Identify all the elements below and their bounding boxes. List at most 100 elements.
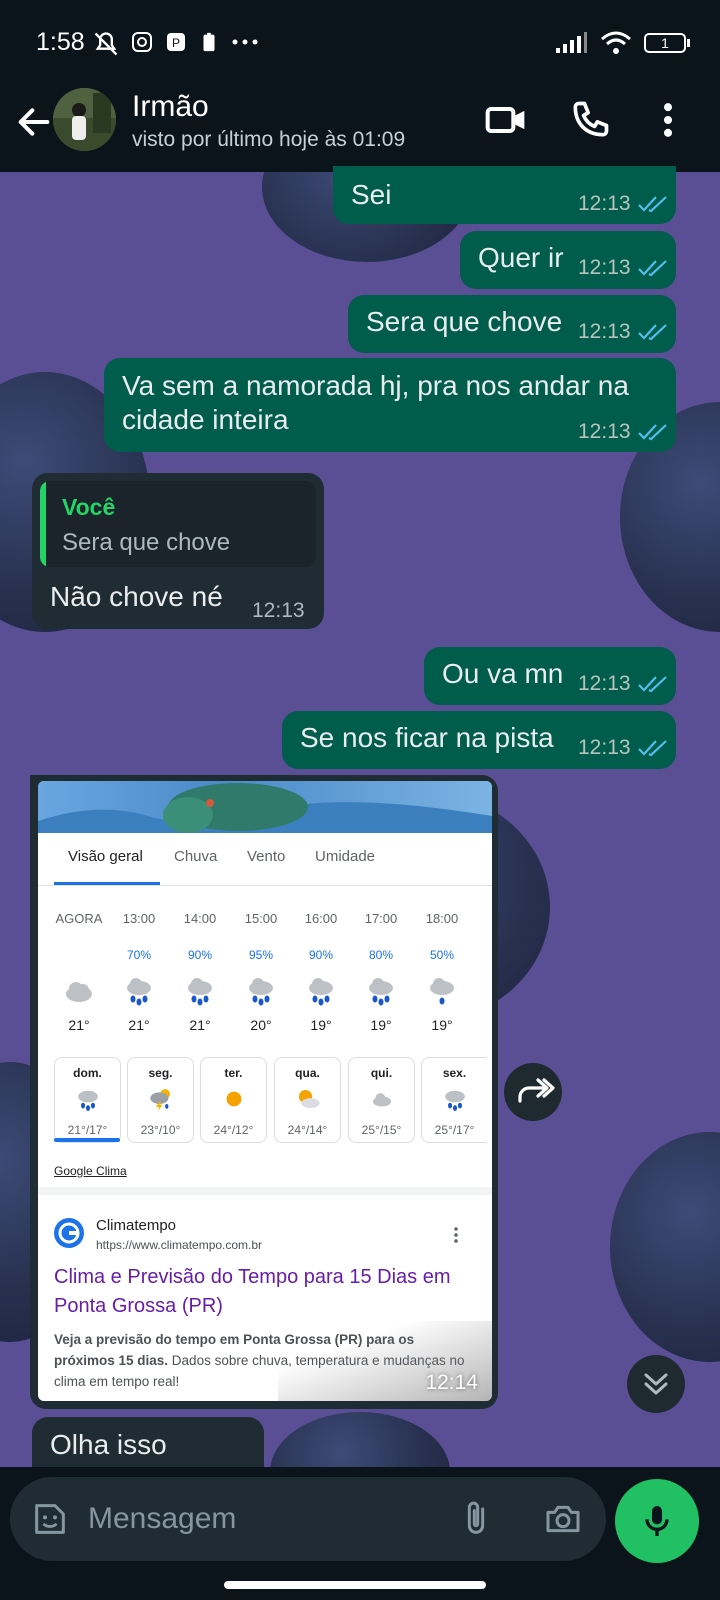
message-meta: 12:13 [578, 256, 669, 280]
weather-banner [38, 781, 492, 833]
day-forecast-card[interactable]: dom. 21°/17° [54, 1057, 121, 1143]
selected-day-indicator [54, 1138, 120, 1142]
read-receipt-icon [637, 424, 667, 441]
avatar[interactable] [53, 88, 116, 151]
google-clima-link[interactable]: Google Clima [54, 1164, 127, 1178]
rain-icon [309, 978, 333, 1006]
hour-column: 13:00 70% 21° [109, 911, 169, 1033]
message-time: 12:13 [578, 256, 631, 279]
rain-icon [430, 978, 454, 1005]
day-temperature: 25°/17° [434, 1123, 475, 1137]
scroll-to-bottom-button[interactable] [627, 1355, 685, 1413]
message-meta: 12:13 [578, 420, 669, 444]
outgoing-message[interactable]: Se nos ficar na pista 12:13 [282, 711, 676, 769]
attach-icon[interactable] [456, 1499, 496, 1539]
banner-illustration [38, 783, 492, 833]
day-name: qui. [370, 1066, 393, 1080]
tab-indicator [54, 882, 160, 885]
day-temperature: 21°/17° [67, 1123, 108, 1137]
quote-bar [40, 481, 46, 567]
hour-column: 16:00 90% 19° [291, 911, 351, 1033]
hour-label: 14:00 [183, 911, 217, 926]
hour-label: 18:00 [425, 911, 459, 926]
day-name: qua. [295, 1066, 320, 1080]
tab-wind[interactable]: Vento [247, 848, 285, 865]
hour-temperature: 21° [128, 1017, 150, 1033]
outgoing-message[interactable]: Quer ir 12:13 [460, 231, 676, 289]
video-call-icon[interactable] [484, 98, 528, 142]
more-vert-icon [454, 1227, 458, 1243]
message-time: 12:13 [578, 736, 631, 759]
status-bar: 1:58 P 1 [0, 0, 720, 88]
day-name: ter. [224, 1066, 243, 1080]
back-arrow-icon[interactable] [14, 102, 54, 142]
day-forecast-card[interactable]: sex. 25°/17° [421, 1057, 487, 1143]
rain-icon [77, 1090, 98, 1111]
message-meta: 12:13 [578, 192, 669, 216]
home-indicator[interactable] [224, 1581, 486, 1589]
tab-humidity[interactable]: Umidade [315, 848, 375, 865]
rain-probability: 70% [126, 948, 152, 962]
tab-overview[interactable]: Visão geral [68, 848, 143, 865]
outgoing-message[interactable]: Va sem a namorada hj, pra nos andar na c… [104, 358, 676, 452]
message-composer: Mensagem [0, 1467, 720, 1600]
message-input[interactable]: Mensagem [10, 1477, 606, 1561]
hour-column: 17:00 80% 19° [351, 911, 411, 1033]
rain-icon [127, 978, 151, 1006]
more-vert-icon[interactable] [646, 98, 690, 142]
last-seen-status: visto por último hoje às 01:09 [132, 128, 406, 151]
svg-text:P: P [172, 36, 180, 50]
message-time: 12:13 [578, 420, 631, 443]
read-receipt-icon [637, 196, 667, 213]
outgoing-message[interactable]: Sei 12:13 [333, 166, 676, 224]
rain-icon [188, 978, 212, 1006]
day-name: dom. [73, 1066, 102, 1080]
day-forecast-card[interactable]: qui. 25°/15° [348, 1057, 415, 1143]
message-text: Ou va mn [442, 658, 564, 689]
app-icon: P [167, 33, 185, 51]
quoted-message[interactable]: Você Sera que chove [40, 481, 316, 567]
tab-rain[interactable]: Chuva [174, 848, 217, 865]
hour-label: 15:00 [244, 911, 278, 926]
message-text: Sera que chove [366, 306, 563, 337]
incoming-message[interactable]: Olha isso [32, 1417, 264, 1467]
day-forecast-card[interactable]: qua. 24°/14° [274, 1057, 341, 1143]
camera-icon[interactable] [542, 1499, 584, 1539]
day-temperature: 23°/10° [140, 1123, 181, 1137]
day-temperature: 24°/12° [213, 1123, 254, 1137]
site-url: https://www.climatempo.com.br [96, 1238, 263, 1252]
message-time: 12:13 [252, 599, 305, 622]
rain-probability: 90% [308, 948, 334, 962]
message-time: 12:14 [425, 1371, 478, 1394]
site-name: Climatempo [96, 1217, 177, 1234]
forward-button[interactable] [504, 1063, 562, 1121]
day-forecast-card[interactable]: ter. 24°/12° [200, 1057, 267, 1143]
rain-probability [49, 948, 109, 968]
message-meta: 12:13 [578, 736, 669, 760]
outgoing-message[interactable]: Sera que chove 12:13 [348, 295, 676, 353]
partly-cloudy-icon [298, 1089, 320, 1109]
sticker-icon[interactable] [30, 1499, 70, 1539]
incoming-message[interactable]: Você Sera que chove Não chove né 12:13 [32, 473, 324, 629]
shared-screenshot[interactable]: Visão geral Chuva Vento Umidade AGORA 21… [38, 781, 492, 1401]
contact-name[interactable]: Irmão [132, 90, 209, 124]
double-chevron-down-icon [644, 1373, 668, 1395]
phone-icon[interactable] [568, 98, 612, 142]
day-temperature: 25°/15° [361, 1123, 402, 1137]
message-text: Se nos ficar na pista [300, 722, 554, 753]
day-name: seg. [148, 1066, 173, 1080]
hour-temperature: 20° [250, 1017, 272, 1033]
notification-icons: P [92, 30, 260, 58]
message-placeholder: Mensagem [88, 1502, 237, 1535]
hour-temperature: 19° [370, 1017, 392, 1033]
climatempo-logo [54, 1218, 84, 1248]
day-forecast-card[interactable]: seg. 23°/10° [127, 1057, 194, 1143]
hour-temperature: 19° [431, 1017, 453, 1033]
voice-message-button[interactable] [615, 1479, 699, 1563]
message-text: Quer ir [478, 242, 564, 273]
hour-label: AGORA [55, 911, 103, 926]
message-text-line2: cidade inteira [122, 404, 289, 435]
wallpaper-fig [270, 1412, 450, 1467]
outgoing-message[interactable]: Ou va mn 12:13 [424, 647, 676, 705]
avatar-photo [53, 88, 116, 151]
